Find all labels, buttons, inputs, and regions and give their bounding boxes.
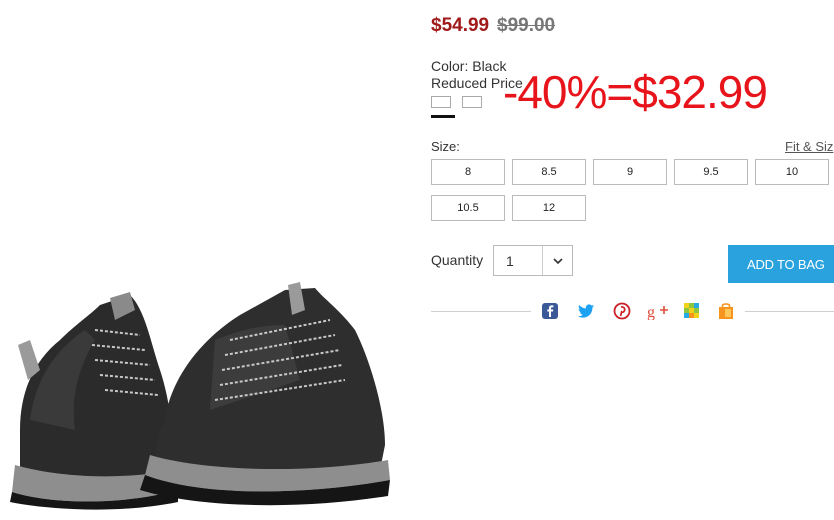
fit-and-size-link[interactable]: Fit & Siz (785, 139, 833, 154)
pixel-icon[interactable] (683, 302, 701, 320)
quantity-value: 1 (506, 253, 514, 269)
share-divider-left (431, 311, 531, 312)
product-image (10, 282, 390, 510)
sale-price: $54.99 (431, 15, 490, 36)
quantity-label: Quantity (431, 252, 484, 268)
right-boot (140, 282, 390, 506)
quantity-select[interactable]: 1 (493, 245, 573, 276)
quantity-divider (542, 246, 543, 275)
svg-text:g: g (647, 304, 655, 320)
color-swatch-alt[interactable] (462, 96, 482, 108)
add-to-bag-button[interactable]: ADD TO BAG (728, 245, 834, 283)
size-option-9[interactable]: 9 (593, 159, 667, 185)
size-option-8[interactable]: 8 (431, 159, 505, 185)
google-plus-icon[interactable]: g (647, 302, 669, 320)
size-option-8-5[interactable]: 8.5 (512, 159, 586, 185)
twitter-icon[interactable] (577, 302, 595, 320)
pinterest-icon[interactable] (613, 302, 631, 320)
shopping-bag-icon[interactable] (717, 302, 735, 320)
size-option-10-5[interactable]: 10.5 (431, 195, 505, 221)
facebook-icon[interactable] (541, 302, 559, 320)
color-label: Color: Black (431, 58, 507, 74)
original-price: $99.00 (497, 15, 556, 36)
color-swatch-black[interactable] (431, 96, 451, 108)
size-option-10[interactable]: 10 (755, 159, 829, 185)
promo-annotation: -40%=$32.99 (503, 66, 768, 118)
chevron-down-icon (553, 258, 563, 265)
swatch-selected-indicator (431, 115, 455, 118)
size-option-12[interactable]: 12 (512, 195, 586, 221)
size-option-9-5[interactable]: 9.5 (674, 159, 748, 185)
share-divider-right (745, 311, 834, 312)
size-label: Size: (431, 139, 460, 154)
